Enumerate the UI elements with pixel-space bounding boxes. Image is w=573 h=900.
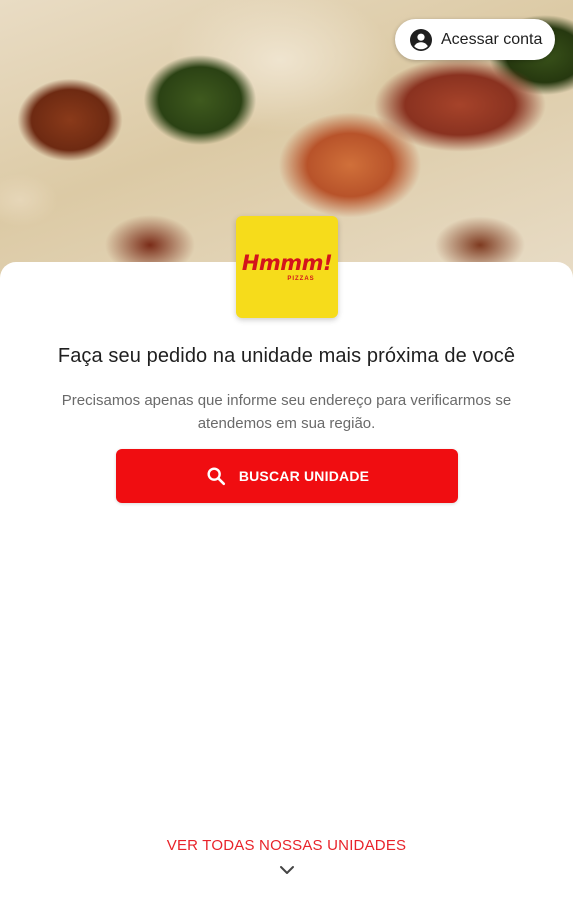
search-unit-button[interactable]: BUSCAR UNIDADE	[116, 449, 458, 503]
search-icon	[207, 467, 225, 486]
brand-logo: Hmmm! PIZZAS	[236, 216, 338, 318]
account-button[interactable]: Acessar conta	[395, 19, 555, 60]
page-headline: Faça seu pedido na unidade mais próxima …	[57, 345, 516, 367]
account-circle-icon	[410, 28, 432, 51]
logo-wordmark: Hmmm!	[241, 250, 333, 275]
account-button-label: Acessar conta	[441, 30, 543, 48]
search-unit-button-label: BUSCAR UNIDADE	[238, 468, 370, 484]
page-subtext: Precisamos apenas que informe seu endere…	[61, 392, 512, 432]
see-all-units-link[interactable]: VER TODAS NOSSAS UNIDADES	[0, 837, 573, 854]
chevron-down-icon[interactable]	[279, 864, 295, 876]
logo-subtext: PIZZAS	[287, 275, 315, 282]
